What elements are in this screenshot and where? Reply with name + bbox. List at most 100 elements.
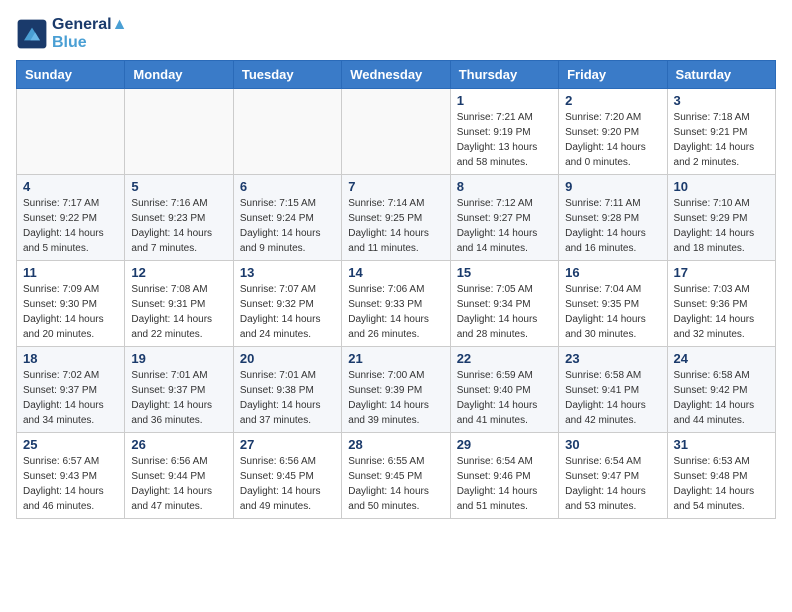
logo-icon [16,18,48,50]
day-info: Sunrise: 7:10 AM Sunset: 9:29 PM Dayligh… [674,196,769,256]
sunset-text: Sunset: 9:38 PM [240,385,314,396]
calendar-cell: 4 Sunrise: 7:17 AM Sunset: 9:22 PM Dayli… [17,175,125,261]
daylight-text: Daylight: 14 hours and 22 minutes. [131,314,212,340]
calendar-cell: 7 Sunrise: 7:14 AM Sunset: 9:25 PM Dayli… [342,175,450,261]
calendar-week-3: 11 Sunrise: 7:09 AM Sunset: 9:30 PM Dayl… [17,261,776,347]
day-number: 25 [23,437,118,452]
sunset-text: Sunset: 9:42 PM [674,385,748,396]
calendar-cell [342,89,450,175]
sunset-text: Sunset: 9:46 PM [457,471,531,482]
day-info: Sunrise: 7:18 AM Sunset: 9:21 PM Dayligh… [674,110,769,170]
calendar-table: SundayMondayTuesdayWednesdayThursdayFrid… [16,60,776,519]
calendar-cell: 5 Sunrise: 7:16 AM Sunset: 9:23 PM Dayli… [125,175,233,261]
calendar-week-1: 1 Sunrise: 7:21 AM Sunset: 9:19 PM Dayli… [17,89,776,175]
daylight-text: Daylight: 14 hours and 20 minutes. [23,314,104,340]
sunset-text: Sunset: 9:23 PM [131,213,205,224]
day-number: 30 [565,437,660,452]
sunset-text: Sunset: 9:40 PM [457,385,531,396]
day-number: 20 [240,351,335,366]
calendar-week-5: 25 Sunrise: 6:57 AM Sunset: 9:43 PM Dayl… [17,433,776,519]
daylight-text: Daylight: 14 hours and 28 minutes. [457,314,538,340]
calendar-cell: 29 Sunrise: 6:54 AM Sunset: 9:46 PM Dayl… [450,433,558,519]
sunrise-text: Sunrise: 7:06 AM [348,284,424,295]
sunrise-text: Sunrise: 7:04 AM [565,284,641,295]
daylight-text: Daylight: 14 hours and 49 minutes. [240,486,321,512]
logo: General▲ Blue [16,16,127,52]
sunrise-text: Sunrise: 6:54 AM [457,456,533,467]
sunset-text: Sunset: 9:33 PM [348,299,422,310]
sunrise-text: Sunrise: 6:56 AM [240,456,316,467]
calendar-cell: 9 Sunrise: 7:11 AM Sunset: 9:28 PM Dayli… [559,175,667,261]
sunset-text: Sunset: 9:35 PM [565,299,639,310]
sunset-text: Sunset: 9:22 PM [23,213,97,224]
day-info: Sunrise: 7:17 AM Sunset: 9:22 PM Dayligh… [23,196,118,256]
day-info: Sunrise: 7:06 AM Sunset: 9:33 PM Dayligh… [348,282,443,342]
sunrise-text: Sunrise: 7:08 AM [131,284,207,295]
sunset-text: Sunset: 9:48 PM [674,471,748,482]
day-number: 28 [348,437,443,452]
calendar-cell: 10 Sunrise: 7:10 AM Sunset: 9:29 PM Dayl… [667,175,775,261]
day-info: Sunrise: 7:08 AM Sunset: 9:31 PM Dayligh… [131,282,226,342]
calendar-cell: 31 Sunrise: 6:53 AM Sunset: 9:48 PM Dayl… [667,433,775,519]
calendar-cell: 15 Sunrise: 7:05 AM Sunset: 9:34 PM Dayl… [450,261,558,347]
calendar-cell [233,89,341,175]
weekday-header-wednesday: Wednesday [342,61,450,89]
sunset-text: Sunset: 9:28 PM [565,213,639,224]
day-number: 9 [565,179,660,194]
day-info: Sunrise: 7:02 AM Sunset: 9:37 PM Dayligh… [23,368,118,428]
weekday-header-friday: Friday [559,61,667,89]
calendar-cell: 13 Sunrise: 7:07 AM Sunset: 9:32 PM Dayl… [233,261,341,347]
day-info: Sunrise: 6:54 AM Sunset: 9:46 PM Dayligh… [457,454,552,514]
day-info: Sunrise: 6:58 AM Sunset: 9:42 PM Dayligh… [674,368,769,428]
daylight-text: Daylight: 14 hours and 26 minutes. [348,314,429,340]
day-info: Sunrise: 7:01 AM Sunset: 9:37 PM Dayligh… [131,368,226,428]
day-number: 29 [457,437,552,452]
page-header: General▲ Blue [16,16,776,52]
sunrise-text: Sunrise: 6:53 AM [674,456,750,467]
calendar-cell: 14 Sunrise: 7:06 AM Sunset: 9:33 PM Dayl… [342,261,450,347]
day-info: Sunrise: 7:07 AM Sunset: 9:32 PM Dayligh… [240,282,335,342]
day-number: 7 [348,179,443,194]
day-number: 22 [457,351,552,366]
day-info: Sunrise: 7:01 AM Sunset: 9:38 PM Dayligh… [240,368,335,428]
sunrise-text: Sunrise: 7:01 AM [131,370,207,381]
logo-text: General▲ Blue [52,16,127,52]
daylight-text: Daylight: 14 hours and 16 minutes. [565,228,646,254]
sunrise-text: Sunrise: 7:01 AM [240,370,316,381]
day-number: 21 [348,351,443,366]
day-number: 11 [23,265,118,280]
daylight-text: Daylight: 14 hours and 0 minutes. [565,142,646,168]
day-number: 3 [674,93,769,108]
day-info: Sunrise: 7:09 AM Sunset: 9:30 PM Dayligh… [23,282,118,342]
daylight-text: Daylight: 14 hours and 54 minutes. [674,486,755,512]
day-number: 23 [565,351,660,366]
sunset-text: Sunset: 9:34 PM [457,299,531,310]
sunrise-text: Sunrise: 7:10 AM [674,198,750,209]
sunrise-text: Sunrise: 7:14 AM [348,198,424,209]
sunrise-text: Sunrise: 6:58 AM [674,370,750,381]
day-info: Sunrise: 7:11 AM Sunset: 9:28 PM Dayligh… [565,196,660,256]
sunset-text: Sunset: 9:30 PM [23,299,97,310]
daylight-text: Daylight: 14 hours and 14 minutes. [457,228,538,254]
calendar-cell: 24 Sunrise: 6:58 AM Sunset: 9:42 PM Dayl… [667,347,775,433]
weekday-header-row: SundayMondayTuesdayWednesdayThursdayFrid… [17,61,776,89]
daylight-text: Daylight: 14 hours and 41 minutes. [457,400,538,426]
sunrise-text: Sunrise: 7:15 AM [240,198,316,209]
sunrise-text: Sunrise: 7:18 AM [674,112,750,123]
calendar-cell: 3 Sunrise: 7:18 AM Sunset: 9:21 PM Dayli… [667,89,775,175]
sunset-text: Sunset: 9:31 PM [131,299,205,310]
sunset-text: Sunset: 9:47 PM [565,471,639,482]
daylight-text: Daylight: 14 hours and 7 minutes. [131,228,212,254]
day-number: 10 [674,179,769,194]
sunrise-text: Sunrise: 7:21 AM [457,112,533,123]
daylight-text: Daylight: 14 hours and 2 minutes. [674,142,755,168]
daylight-text: Daylight: 14 hours and 42 minutes. [565,400,646,426]
daylight-text: Daylight: 14 hours and 11 minutes. [348,228,429,254]
day-number: 14 [348,265,443,280]
sunrise-text: Sunrise: 7:03 AM [674,284,750,295]
daylight-text: Daylight: 14 hours and 37 minutes. [240,400,321,426]
weekday-header-saturday: Saturday [667,61,775,89]
day-info: Sunrise: 6:53 AM Sunset: 9:48 PM Dayligh… [674,454,769,514]
sunset-text: Sunset: 9:21 PM [674,127,748,138]
day-number: 27 [240,437,335,452]
